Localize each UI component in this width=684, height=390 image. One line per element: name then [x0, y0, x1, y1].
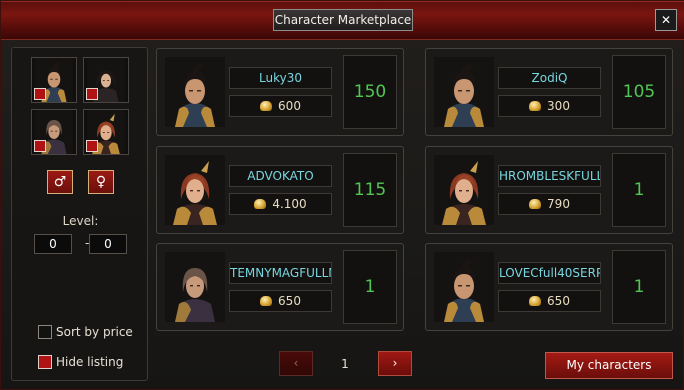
listing-card[interactable]: LOVECfull40SERP 650 1	[425, 243, 673, 331]
class-filter-female-archer[interactable]	[83, 109, 129, 155]
character-name: HROMBLESKFULL40	[498, 165, 601, 187]
level-min-input[interactable]: 0	[34, 234, 72, 254]
female-filter-button[interactable]: ♀	[88, 170, 114, 194]
hide-listing-label: Hide listing	[56, 355, 124, 369]
character-name: Luky30	[229, 67, 332, 89]
class-filter-checkbox[interactable]	[34, 88, 46, 100]
listing-card[interactable]: HROMBLESKFULL40 790 1	[425, 146, 673, 234]
gold-coin-icon	[254, 199, 267, 209]
marketplace-window: Character Marketplace ✕ ♂ ♀ Level: 0 - 0…	[0, 0, 684, 390]
listing-card[interactable]: ZodiQ 300 105	[425, 48, 673, 136]
male-warrior-portrait-icon	[434, 57, 494, 127]
price-box: 300	[498, 95, 601, 117]
listing-count: 115	[343, 153, 397, 227]
listing-card[interactable]: ADVOKATO 4.100 115	[156, 146, 404, 234]
gold-coin-icon	[529, 101, 542, 111]
sort-by-price-toggle[interactable]: Sort by price	[38, 325, 133, 339]
close-button[interactable]: ✕	[655, 9, 677, 31]
price-value: 650	[547, 294, 570, 308]
female-archer-portrait-icon	[434, 155, 494, 225]
price-value: 600	[278, 99, 301, 113]
price-value: 4.100	[272, 197, 307, 211]
sort-by-price-checkbox[interactable]	[38, 325, 52, 339]
gold-coin-icon	[529, 296, 542, 306]
class-filter-male-warrior[interactable]	[31, 57, 77, 103]
price-value: 300	[547, 99, 570, 113]
listing-count: 1	[612, 250, 666, 324]
next-page-button[interactable]: ›	[378, 351, 412, 376]
window-title: Character Marketplace	[273, 9, 413, 31]
listing-count: 1	[343, 250, 397, 324]
character-name: LOVECfull40SERP	[498, 262, 601, 284]
level-label: Level:	[62, 214, 99, 228]
gold-coin-icon	[260, 101, 273, 111]
male-warrior-portrait-icon	[434, 252, 494, 322]
listing-count: 1	[612, 153, 666, 227]
character-name: ADVOKATO	[229, 165, 332, 187]
male-archer-portrait-icon	[165, 252, 225, 322]
title-bar: Character Marketplace ✕	[1, 1, 684, 40]
male-filter-button[interactable]: ♂	[47, 170, 73, 194]
class-filter-male-archer[interactable]	[31, 109, 77, 155]
hide-listing-checkbox[interactable]	[38, 355, 52, 369]
class-filter-checkbox[interactable]	[86, 88, 98, 100]
listing-card[interactable]: TEMNYMAGFULLMUZ 650 1	[156, 243, 404, 331]
female-archer-portrait-icon	[165, 155, 225, 225]
filter-panel: ♂ ♀ Level: 0 - 0 Sort by price Hide list…	[11, 47, 148, 381]
my-characters-button[interactable]: My characters	[545, 352, 673, 379]
sort-by-price-label: Sort by price	[56, 325, 133, 339]
character-name: TEMNYMAGFULLMUZ	[229, 262, 332, 284]
male-warrior-portrait-icon	[165, 57, 225, 127]
price-box: 650	[229, 290, 332, 312]
price-value: 650	[278, 294, 301, 308]
price-box: 600	[229, 95, 332, 117]
listing-count: 150	[343, 55, 397, 129]
page-number: 1	[341, 357, 349, 371]
class-filter-checkbox[interactable]	[34, 140, 46, 152]
gold-coin-icon	[260, 296, 273, 306]
listing-card[interactable]: Luky30 600 150	[156, 48, 404, 136]
listing-count: 105	[612, 55, 666, 129]
gold-coin-icon	[529, 199, 542, 209]
class-filter-female-mage[interactable]	[83, 57, 129, 103]
level-max-input[interactable]: 0	[89, 234, 127, 254]
price-box: 790	[498, 193, 601, 215]
hide-listing-toggle[interactable]: Hide listing	[38, 355, 123, 369]
prev-page-button[interactable]: ‹	[279, 351, 313, 376]
character-name: ZodiQ	[498, 67, 601, 89]
price-box: 650	[498, 290, 601, 312]
price-value: 790	[547, 197, 570, 211]
class-filter-checkbox[interactable]	[86, 140, 98, 152]
price-box: 4.100	[229, 193, 332, 215]
